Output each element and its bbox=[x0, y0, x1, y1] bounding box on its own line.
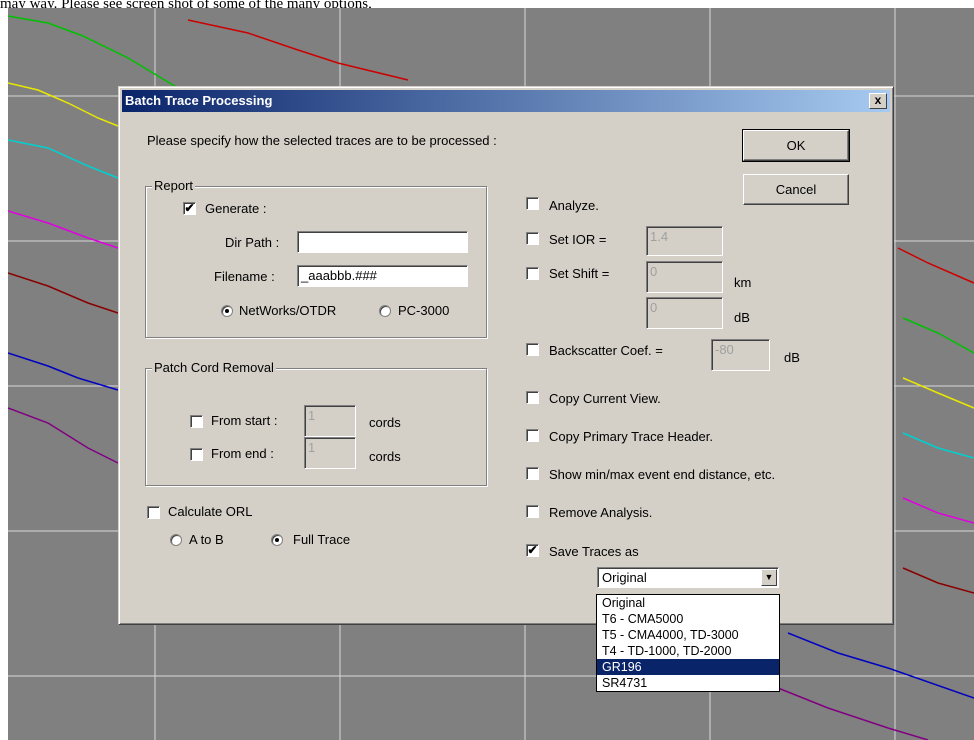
ior-input[interactable]: 1.4 bbox=[646, 226, 723, 256]
copy-current-view-label: Copy Current View. bbox=[549, 391, 661, 406]
option-gr196[interactable]: GR196 bbox=[597, 659, 779, 675]
report-group-title: Report bbox=[152, 178, 196, 193]
save-traces-checkbox[interactable]: ✔ bbox=[526, 544, 539, 557]
analyze-checkbox[interactable] bbox=[526, 197, 539, 210]
set-shift-checkbox[interactable] bbox=[526, 267, 539, 280]
radio-pc3000-label: PC-3000 bbox=[398, 303, 450, 318]
cancel-button[interactable]: Cancel bbox=[743, 174, 849, 205]
analyze-label: Analyze. bbox=[549, 198, 599, 213]
calculate-orl-checkbox[interactable] bbox=[147, 506, 160, 519]
copy-primary-header-checkbox[interactable] bbox=[526, 429, 539, 442]
batch-trace-processing-dialog: Batch Trace Processing x Please specify … bbox=[118, 86, 894, 625]
remove-analysis-checkbox[interactable] bbox=[526, 505, 539, 518]
option-sr4731[interactable]: SR4731 bbox=[597, 675, 779, 691]
ok-button[interactable]: OK bbox=[742, 129, 850, 162]
radio-pc3000[interactable] bbox=[379, 305, 391, 317]
shift-db-unit: dB bbox=[734, 310, 750, 325]
set-shift-label: Set Shift = bbox=[549, 266, 610, 281]
radio-a-to-b-label: A to B bbox=[189, 532, 224, 547]
dialog-title: Batch Trace Processing bbox=[125, 93, 273, 108]
backscatter-input[interactable]: -80 bbox=[711, 339, 770, 371]
filename-input[interactable]: _aaabbb.### bbox=[297, 265, 468, 287]
option-original[interactable]: Original bbox=[597, 595, 779, 611]
copy-current-view-checkbox[interactable] bbox=[526, 391, 539, 404]
from-start-checkbox[interactable] bbox=[190, 415, 203, 428]
close-button[interactable]: x bbox=[869, 93, 887, 109]
shift-km-unit: km bbox=[734, 275, 752, 290]
backscatter-label: Backscatter Coef. = bbox=[549, 343, 663, 358]
option-t6-cma5000[interactable]: T6 - CMA5000 bbox=[597, 611, 779, 627]
shift-db-input[interactable]: 0 bbox=[646, 297, 723, 329]
radio-a-to-b[interactable] bbox=[170, 534, 182, 546]
set-ior-checkbox[interactable] bbox=[526, 232, 539, 245]
option-t4-td1000[interactable]: T4 - TD-1000, TD-2000 bbox=[597, 643, 779, 659]
calculate-orl-label: Calculate ORL bbox=[168, 504, 253, 519]
generate-checkbox[interactable]: ✔ bbox=[183, 202, 196, 215]
from-end-cords-label: cords bbox=[369, 449, 401, 464]
instruction-text: Please specify how the selected traces a… bbox=[147, 133, 497, 148]
from-start-input[interactable]: 1 bbox=[304, 405, 356, 437]
generate-label: Generate : bbox=[205, 201, 267, 216]
dialog-titlebar[interactable]: Batch Trace Processing x bbox=[122, 90, 890, 112]
from-start-label: From start : bbox=[211, 413, 278, 428]
radio-networks-otdr-label: NetWorks/OTDR bbox=[239, 303, 337, 318]
save-traces-label: Save Traces as bbox=[549, 544, 639, 559]
radio-networks-otdr[interactable] bbox=[221, 305, 233, 317]
option-t5-cma4000[interactable]: T5 - CMA4000, TD-3000 bbox=[597, 627, 779, 643]
dir-path-input[interactable] bbox=[297, 231, 468, 253]
backscatter-unit: dB bbox=[784, 350, 800, 365]
from-end-label: From end : bbox=[211, 446, 274, 461]
from-end-input[interactable]: 1 bbox=[304, 437, 356, 469]
radio-full-trace[interactable] bbox=[271, 534, 283, 546]
set-ior-label: Set IOR = bbox=[549, 232, 607, 247]
shift-km-input[interactable]: 0 bbox=[646, 261, 723, 293]
remove-analysis-label: Remove Analysis. bbox=[549, 505, 653, 520]
save-format-value: Original bbox=[602, 570, 647, 585]
backscatter-checkbox[interactable] bbox=[526, 343, 539, 356]
show-minmax-label: Show min/max event end distance, etc. bbox=[549, 467, 776, 482]
dir-path-label: Dir Path : bbox=[225, 235, 280, 250]
show-minmax-checkbox[interactable] bbox=[526, 467, 539, 480]
from-start-cords-label: cords bbox=[369, 415, 401, 430]
copy-primary-header-label: Copy Primary Trace Header. bbox=[549, 429, 714, 444]
from-end-checkbox[interactable] bbox=[190, 448, 203, 461]
radio-full-trace-label: Full Trace bbox=[293, 532, 351, 547]
chevron-down-icon[interactable]: ▼ bbox=[761, 569, 777, 586]
patch-cord-group-title: Patch Cord Removal bbox=[152, 360, 276, 375]
save-format-dropdown-list[interactable]: Original T6 - CMA5000 T5 - CMA4000, TD-3… bbox=[596, 594, 780, 692]
filename-label: Filename : bbox=[214, 269, 275, 284]
save-format-select[interactable]: Original ▼ bbox=[597, 567, 779, 588]
